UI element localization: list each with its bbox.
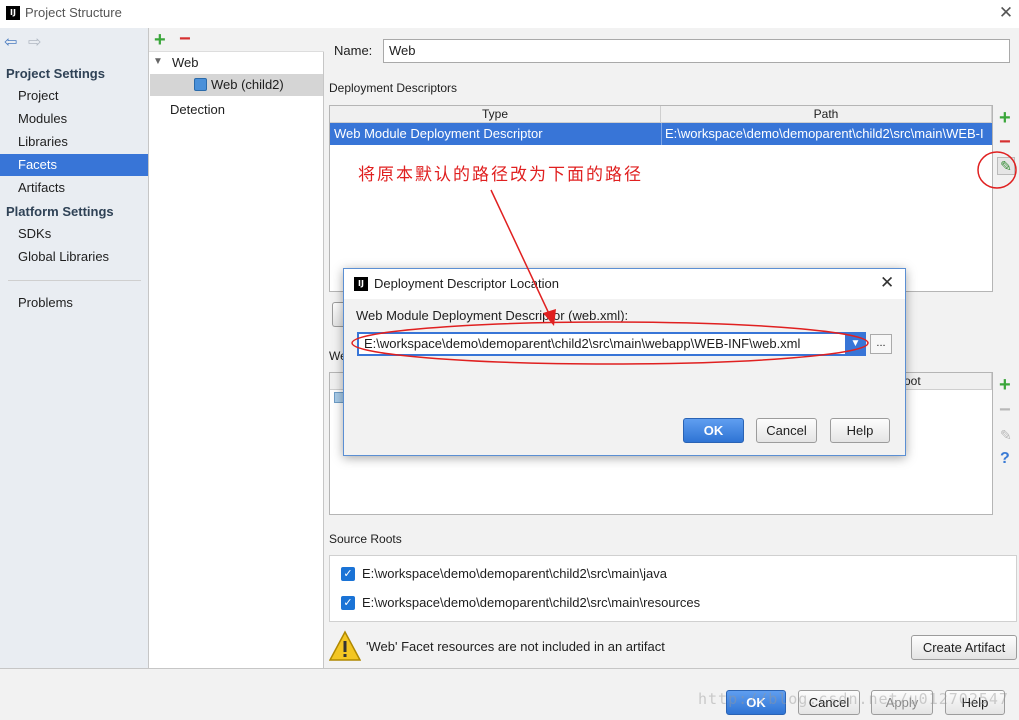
deployment-descriptor-location-dialog: IJ Deployment Descriptor Location ✕ Web … xyxy=(343,268,906,456)
add-icon[interactable]: + xyxy=(154,30,166,50)
help-icon[interactable]: ? xyxy=(1000,450,1010,468)
dialog-ok-button[interactable]: OK xyxy=(683,418,744,443)
project-settings-header: Project Settings xyxy=(6,66,105,81)
sidebar-item-sdks[interactable]: SDKs xyxy=(0,223,148,245)
create-artifact-button[interactable]: Create Artifact xyxy=(911,635,1017,660)
source-root-java: E:\workspace\demo\demoparent\child2\src\… xyxy=(362,566,667,581)
title-bar: IJ Project Structure ✕ xyxy=(0,0,1019,28)
remove-icon[interactable]: − xyxy=(179,29,191,49)
edit-web-resource-icon[interactable]: ✎ xyxy=(1000,427,1012,444)
source-root-checkbox-java[interactable]: ✓ xyxy=(341,567,355,581)
sidebar-item-libraries[interactable]: Libraries xyxy=(0,131,148,153)
edit-descriptor-icon[interactable]: ✎ xyxy=(997,157,1015,175)
chevron-down-icon[interactable]: ▼ xyxy=(845,334,866,354)
descriptor-path-label: Web Module Deployment Descriptor (web.xm… xyxy=(356,308,629,323)
deployment-descriptors-label: Deployment Descriptors xyxy=(329,81,458,95)
source-root-checkbox-resources[interactable]: ✓ xyxy=(341,596,355,610)
column-header-type[interactable]: Type xyxy=(330,106,661,123)
remove-web-resource-icon[interactable]: − xyxy=(999,400,1011,420)
add-web-resource-icon[interactable]: + xyxy=(999,375,1011,395)
watermark: http://blog.csdn.net/u012702547 xyxy=(698,690,1009,708)
sidebar-item-project[interactable]: Project xyxy=(0,85,148,107)
descriptor-path-value: E:\workspace\demo\demoparent\child2\src\… xyxy=(364,336,801,351)
window-title: Project Structure xyxy=(25,5,122,20)
sidebar-item-global-libraries[interactable]: Global Libraries xyxy=(0,246,148,268)
dialog-close-icon[interactable]: ✕ xyxy=(880,273,894,293)
name-label: Name: xyxy=(334,43,373,58)
name-input[interactable]: Web xyxy=(383,39,1010,63)
tree-item-web-child2[interactable]: Web (child2) xyxy=(150,74,323,96)
dialog-title: Deployment Descriptor Location xyxy=(374,276,559,291)
tree-toolbar xyxy=(149,28,324,52)
arrow-right-icon[interactable]: ⇨ xyxy=(28,32,41,52)
facet-tree xyxy=(149,28,324,668)
tree-item-detection[interactable]: Detection xyxy=(170,102,225,117)
row-type: Web Module Deployment Descriptor xyxy=(334,126,543,141)
sidebar-item-artifacts[interactable]: Artifacts xyxy=(0,177,148,199)
dialog-cancel-button[interactable]: Cancel xyxy=(756,418,817,443)
platform-settings-header: Platform Settings xyxy=(6,204,114,219)
sidebar-item-problems[interactable]: Problems xyxy=(0,292,148,314)
add-descriptor-icon[interactable]: + xyxy=(999,108,1011,128)
table-row[interactable]: Web Module Deployment Descriptor E:\work… xyxy=(330,123,992,145)
dialog-title-bar: IJ Deployment Descriptor Location ✕ xyxy=(344,269,905,299)
column-header-path[interactable]: Path xyxy=(661,106,992,123)
warning-icon xyxy=(329,630,361,661)
tree-expand-icon[interactable]: ▼ xyxy=(153,56,163,67)
intellij-icon: IJ xyxy=(354,277,368,291)
sidebar-item-modules[interactable]: Modules xyxy=(0,108,148,130)
tree-item-label: Web (child2) xyxy=(211,77,284,92)
row-path: E:\workspace\demo\demoparent\child2\src\… xyxy=(665,126,984,141)
source-roots-label: Source Roots xyxy=(329,532,402,546)
source-root-resources: E:\workspace\demo\demoparent\child2\src\… xyxy=(362,595,701,610)
sidebar-item-facets[interactable]: Facets xyxy=(0,154,148,176)
cell-divider xyxy=(661,123,662,145)
sidebar-divider xyxy=(8,280,141,281)
tree-item-web[interactable]: Web xyxy=(172,55,199,70)
web-facet-icon xyxy=(194,78,207,91)
dialog-help-button[interactable]: Help xyxy=(830,418,890,443)
annotation-text: 将原本默认的路径改为下面的路径 xyxy=(358,165,643,185)
browse-button[interactable]: ... xyxy=(870,334,892,354)
remove-descriptor-icon[interactable]: − xyxy=(999,132,1011,152)
column-header-path-relative-to-root: oot xyxy=(904,374,921,388)
intellij-icon: IJ xyxy=(6,6,20,20)
window-close-icon[interactable]: ✕ xyxy=(996,2,1016,24)
arrow-left-icon[interactable]: ⇦ xyxy=(4,32,17,52)
descriptor-path-combobox[interactable]: E:\workspace\demo\demoparent\child2\src\… xyxy=(357,332,866,356)
warning-text: 'Web' Facet resources are not included i… xyxy=(366,639,665,654)
